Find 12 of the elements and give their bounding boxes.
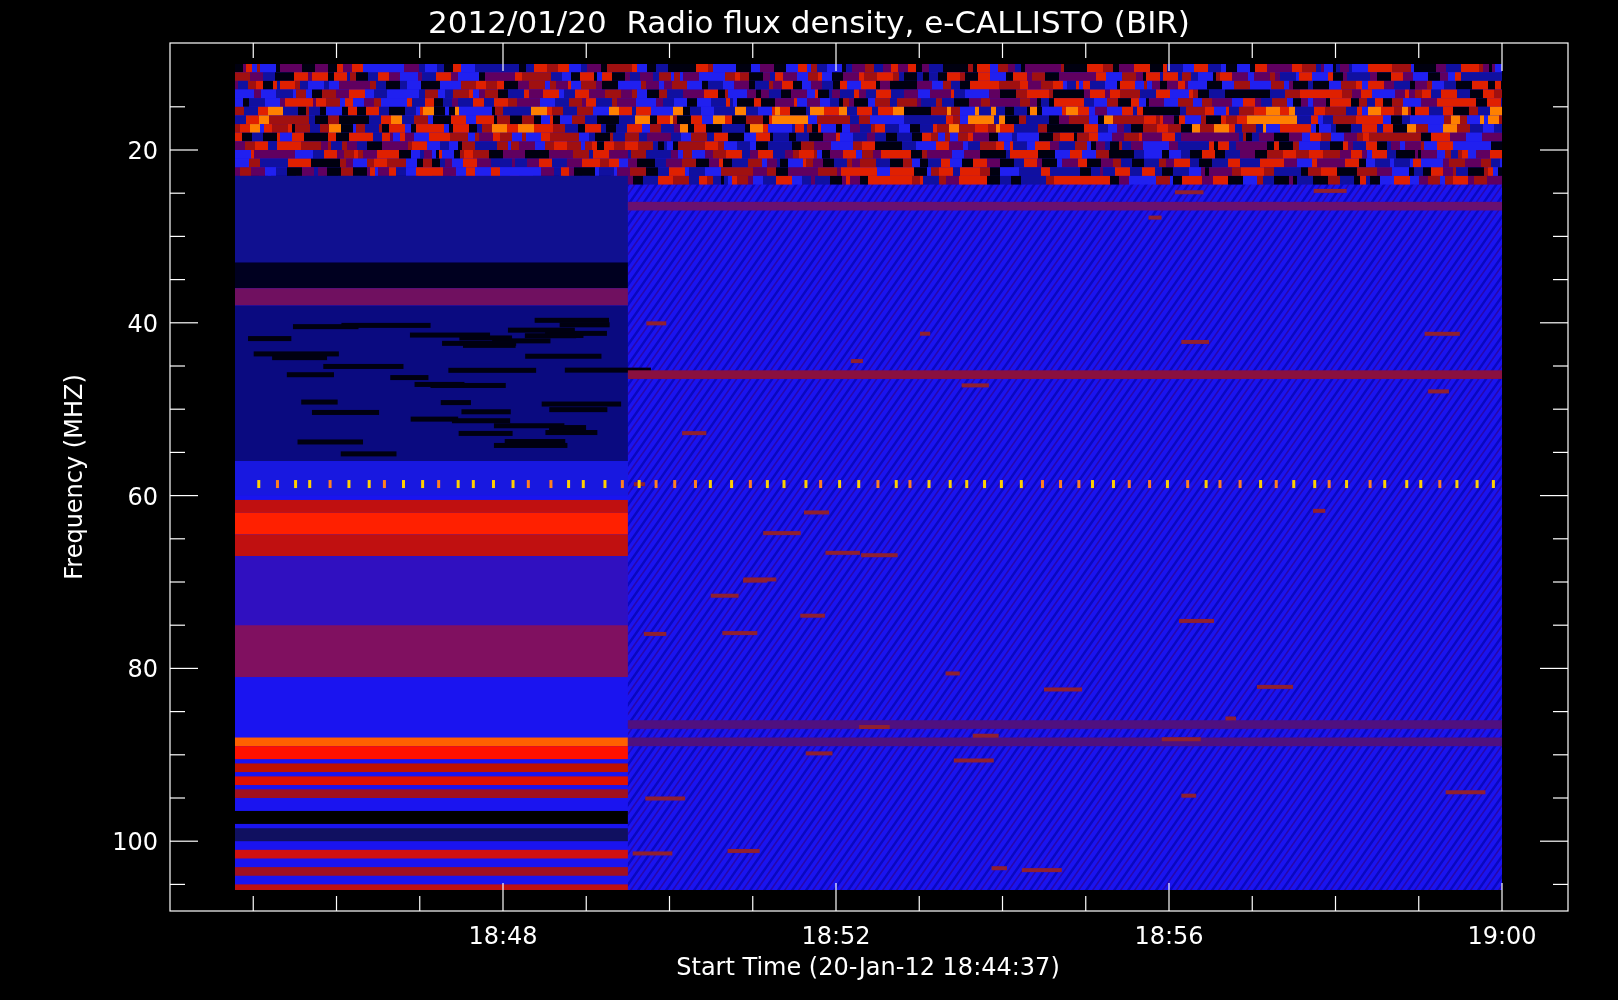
x-tick-label: 18:52 xyxy=(801,922,871,950)
x-tick-label: 19:00 xyxy=(1467,922,1537,950)
y-tick-label: 60 xyxy=(127,482,158,511)
y-tick-label: 80 xyxy=(127,655,158,684)
x-tick-label: 18:48 xyxy=(468,922,538,950)
x-tick-label: 18:56 xyxy=(1134,922,1204,950)
y-tick-label: 100 xyxy=(112,828,158,857)
y-axis-label: Frequency (MHZ) xyxy=(60,374,88,580)
y-tick-label: 20 xyxy=(127,137,158,165)
x-axis-label: Start Time (20-Jan-12 18:44:37) xyxy=(676,953,1060,981)
chart-title: 2012/01/20 Radio flux density, e-CALLISTO (BIR) xyxy=(428,4,1190,40)
y-tick-label: 40 xyxy=(127,309,158,338)
